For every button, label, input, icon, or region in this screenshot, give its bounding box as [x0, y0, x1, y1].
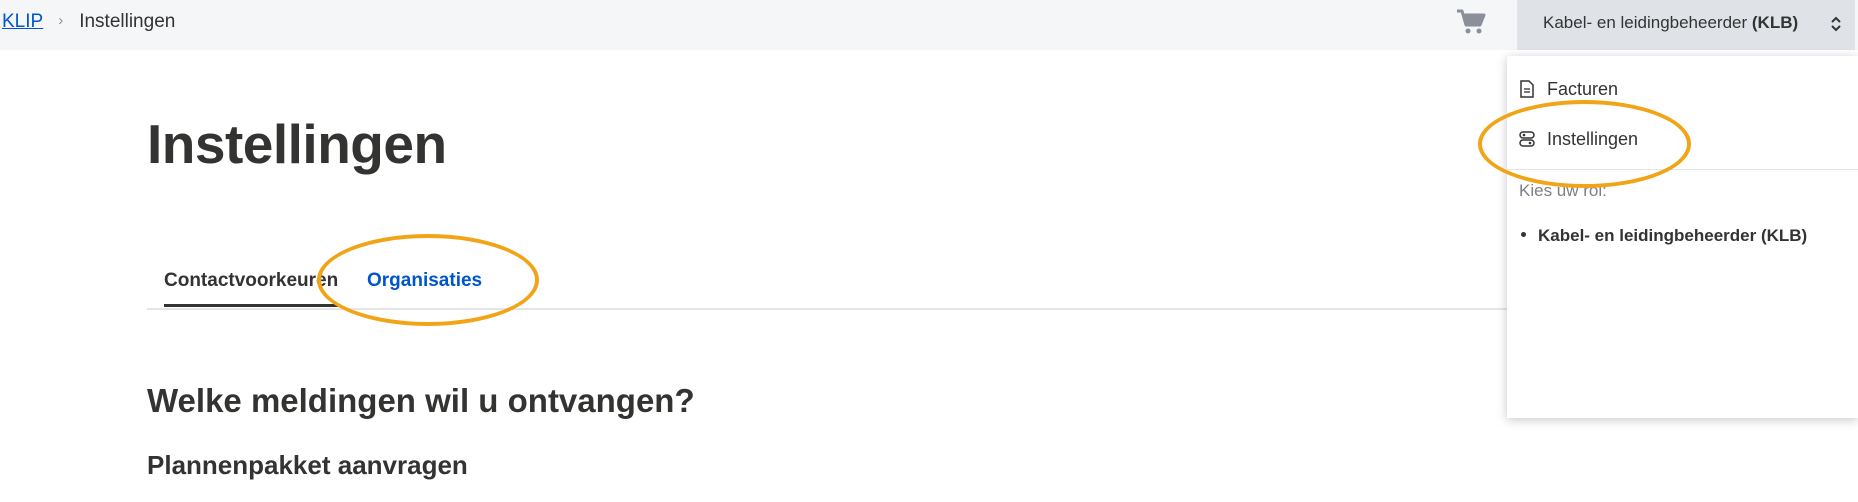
role-chooser-label: Kies uw rol: — [1519, 181, 1607, 200]
user-menu-dropdown: Facturen Instellingen Kies uw rol: Kabel… — [1507, 56, 1858, 418]
menu-item-facturen-label: Facturen — [1547, 78, 1619, 99]
section-subheading: Plannenpakket aanvragen — [147, 450, 468, 480]
breadcrumb-current: Instellingen — [79, 11, 176, 32]
role-option-klb[interactable]: Kabel- en leidingbeheerder (KLB) — [1521, 226, 1807, 246]
shopping-cart-icon[interactable] — [1456, 9, 1486, 35]
document-icon — [1520, 80, 1534, 98]
menu-item-facturen[interactable]: Facturen — [1519, 74, 1618, 104]
section-heading: Welke meldingen wil u ontvangen? — [147, 382, 695, 419]
chevron-up-down-icon — [1831, 16, 1841, 32]
page-title: Instellingen — [147, 113, 447, 175]
role-switch-label: Kabel- en leidingbeheerder (KLB) — [1543, 13, 1798, 33]
menu-item-instellingen-label: Instellingen — [1547, 128, 1639, 149]
top-bar: KLIP › Instellingen Kabel- en leidingbeh… — [0, 0, 1858, 50]
breadcrumb: KLIP › Instellingen — [2, 11, 175, 33]
role-switch-label-prefix: Kabel- en leidingbeheerder — [1543, 13, 1752, 32]
tab-organisaties[interactable]: Organisaties — [367, 270, 482, 292]
bullet-icon — [1521, 231, 1526, 237]
role-switch-label-code: (KLB) — [1751, 13, 1799, 32]
settings-toggle-icon — [1519, 131, 1535, 147]
breadcrumb-klip-link[interactable]: KLIP — [2, 11, 43, 33]
dropdown-divider — [1507, 169, 1858, 170]
tab-contactvoorkeuren[interactable]: Contactvoorkeuren — [164, 270, 339, 307]
role-switch-button[interactable]: Kabel- en leidingbeheerder (KLB) — [1517, 0, 1855, 50]
breadcrumb-separator-icon: › — [58, 11, 64, 29]
menu-item-instellingen[interactable]: Instellingen — [1519, 124, 1638, 154]
tab-bar: Contactvoorkeuren Organisaties — [147, 262, 1507, 310]
role-option-label: Kabel- en leidingbeheerder (KLB) — [1538, 226, 1808, 245]
